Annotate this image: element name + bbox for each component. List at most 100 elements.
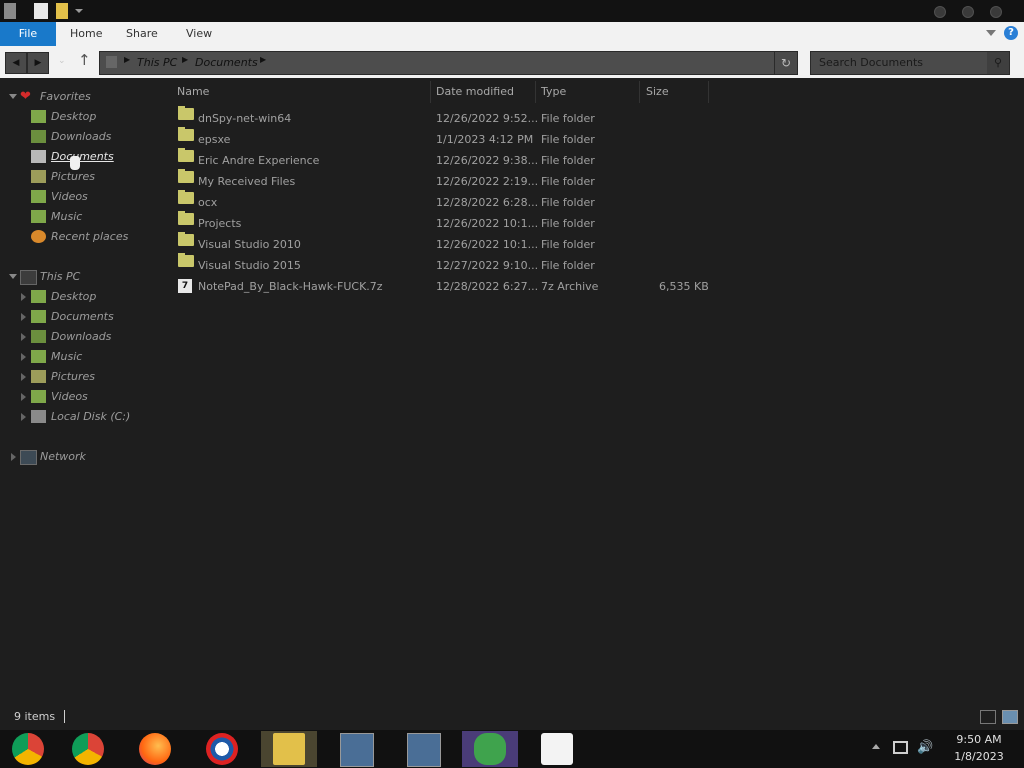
column-header-name[interactable]: Name <box>177 83 209 101</box>
chrome-icon <box>12 733 44 765</box>
show-hidden-icons-icon[interactable] <box>872 744 880 749</box>
large-icons-view-icon[interactable] <box>1002 710 1018 724</box>
column-header-type[interactable]: Type <box>541 83 566 101</box>
navigation-pane: ❤ Favorites Desktop Downloads Documents … <box>0 78 160 704</box>
column-divider[interactable] <box>430 81 431 103</box>
list-item[interactable]: Eric Andre Experience 12/26/2022 9:38... F… <box>174 148 734 171</box>
expand-arrow-icon[interactable] <box>9 94 17 99</box>
volume-icon[interactable]: 🔊 <box>917 740 933 755</box>
back-button[interactable]: ◀ <box>5 52 27 74</box>
folder-icon <box>178 148 194 162</box>
downloads-icon <box>31 330 46 343</box>
chevron-right-icon[interactable] <box>21 313 26 321</box>
file-explorer-icon <box>273 733 305 765</box>
column-divider[interactable] <box>639 81 640 103</box>
divider <box>64 710 65 723</box>
list-item[interactable]: epsxe 1/1/2023 4:12 PM File folder <box>174 127 734 150</box>
forward-button[interactable]: ▶ <box>27 52 49 74</box>
details-view-icon[interactable] <box>980 710 996 724</box>
tab-home[interactable]: Home <box>70 22 102 46</box>
chevron-right-icon[interactable] <box>21 393 26 401</box>
file-name: Visual Studio 2015 <box>198 259 301 272</box>
file-size: 6,535 KB <box>659 280 709 293</box>
taskbar-chrome-button[interactable] <box>60 731 116 767</box>
taskbar-firefox-button[interactable] <box>127 731 183 767</box>
music-icon <box>31 210 46 223</box>
desktop-icon <box>31 110 46 123</box>
chevron-down-icon[interactable] <box>986 30 996 36</box>
column-header-size[interactable]: Size <box>646 83 669 101</box>
chevron-down-icon[interactable] <box>75 9 83 13</box>
list-item[interactable]: 7 NotePad_By_Black-Hawk-FUCK.7z 12/28/20… <box>174 276 734 297</box>
list-item[interactable]: Visual Studio 2010 12/26/2022 10:1... File… <box>174 232 734 255</box>
chevron-right-icon[interactable] <box>21 413 26 421</box>
file-name: Eric Andre Experience <box>198 154 320 167</box>
file-name: NotePad_By_Black-Hawk-FUCK.7z <box>198 280 383 293</box>
chevron-right-icon[interactable] <box>21 333 26 341</box>
expand-arrow-icon[interactable] <box>9 274 17 279</box>
list-item[interactable]: Projects 12/26/2022 10:1... File folder <box>174 211 734 234</box>
folder-icon <box>178 169 194 183</box>
taskbar-app-button[interactable] <box>194 731 250 767</box>
file-date: 12/28/2022 6:27... <box>436 280 539 293</box>
tab-view[interactable]: View <box>186 22 212 46</box>
downloads-icon <box>31 130 46 143</box>
taskbar-installer-button[interactable] <box>395 731 451 767</box>
search-input[interactable]: Search Documents <box>819 56 923 69</box>
column-divider[interactable] <box>708 81 709 103</box>
close-button[interactable] <box>990 6 1002 18</box>
up-arrow-icon[interactable]: ↑ <box>78 51 91 69</box>
pictures-icon <box>31 170 46 183</box>
desktop-icon <box>31 290 46 303</box>
tab-share[interactable]: Share <box>126 22 158 46</box>
taskbar-java-button[interactable] <box>529 731 585 767</box>
list-item[interactable]: Visual Studio 2015 12/27/2022 9:10... File… <box>174 253 734 276</box>
file-type: File folder <box>541 217 595 230</box>
list-item[interactable]: dnSpy-net-win64 12/26/2022 9:52... File fo… <box>174 106 734 129</box>
maximize-button[interactable] <box>962 6 974 18</box>
help-icon[interactable]: ? <box>1004 26 1018 40</box>
folder-icon <box>178 232 194 246</box>
navigation-bar: ◀ ▶ ⌄ ↑ ▶ This PC ▶ Documents ▶ ↻ Search… <box>0 46 1024 78</box>
file-type: File folder <box>541 196 595 209</box>
chevron-right-icon[interactable] <box>21 293 26 301</box>
status-bar: 9 items <box>0 704 1024 730</box>
recent-locations-icon[interactable]: ⌄ <box>58 56 66 66</box>
search-icon[interactable]: ⚲ <box>987 52 1009 74</box>
taskbar-messenger-button[interactable] <box>462 731 518 767</box>
file-name: dnSpy-net-win64 <box>198 112 292 125</box>
new-folder-icon[interactable] <box>56 3 68 19</box>
file-name: ocx <box>198 196 218 209</box>
taskbar-installer-button[interactable] <box>328 731 384 767</box>
network-tray-icon[interactable] <box>893 741 908 754</box>
taskbar-chrome-button[interactable] <box>0 731 56 767</box>
list-item[interactable]: My Received Files 12/26/2022 2:19... File … <box>174 169 734 192</box>
column-header-date[interactable]: Date modified <box>436 83 514 101</box>
search-box[interactable]: Search Documents ⚲ <box>810 51 1010 75</box>
address-bar[interactable]: ▶ This PC ▶ Documents ▶ <box>99 51 775 75</box>
taskbar-file-explorer-button[interactable] <box>261 731 317 767</box>
chevron-right-icon[interactable]: ▶ <box>260 55 266 64</box>
properties-icon[interactable] <box>34 3 48 19</box>
column-divider[interactable] <box>535 81 536 103</box>
refresh-button[interactable]: ↻ <box>774 51 798 75</box>
list-item[interactable]: ocx 12/28/2022 6:28... File folder <box>174 190 734 213</box>
chevron-right-icon[interactable] <box>21 373 26 381</box>
chevron-right-icon[interactable] <box>21 353 26 361</box>
chevron-right-icon[interactable] <box>11 453 16 461</box>
file-type: File folder <box>541 175 595 188</box>
breadcrumb-documents[interactable]: Documents <box>195 56 258 69</box>
minimize-button[interactable] <box>934 6 946 18</box>
this-pc-icon <box>106 56 117 68</box>
tab-file[interactable]: File <box>0 22 56 46</box>
breadcrumb-this-pc[interactable]: This PC <box>137 56 177 69</box>
clock-date[interactable]: 1/8/2023 <box>949 750 1009 763</box>
file-list: Name Date modified Type Size dnSpy-net-w… <box>160 78 1024 704</box>
clock-time[interactable]: 9:50 AM <box>949 733 1009 746</box>
computer-icon <box>20 270 37 285</box>
folder-icon <box>178 190 194 204</box>
installer-icon <box>340 733 374 767</box>
recent-places-icon <box>31 230 46 243</box>
file-type: 7z Archive <box>541 280 599 293</box>
file-name: Visual Studio 2010 <box>198 238 301 251</box>
